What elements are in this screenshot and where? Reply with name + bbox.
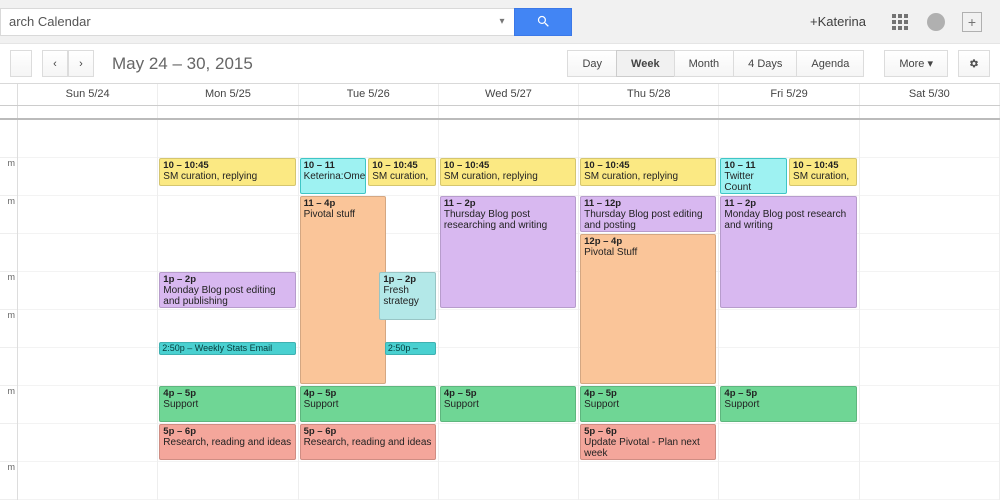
search-button[interactable] (514, 8, 572, 36)
apps-icon[interactable] (890, 12, 910, 32)
col-mon[interactable]: 10 – 10:45SM curation, replying 1p – 2pM… (158, 120, 298, 500)
day-head-sat[interactable]: Sat 5/30 (860, 84, 1000, 105)
event-tue-keterina[interactable]: 10 – 11Keterina:Ome (300, 158, 367, 194)
prev-button[interactable]: ‹ (42, 50, 68, 77)
tab-day[interactable]: Day (567, 50, 617, 77)
nav-arrows: ‹ › (42, 50, 94, 77)
day-head-tue[interactable]: Tue 5/26 (299, 84, 439, 105)
allday-row (0, 106, 1000, 120)
gear-icon (969, 56, 979, 71)
event-mon-stats[interactable]: 2:50p – Weekly Stats Email (159, 342, 295, 355)
event-wed-blog[interactable]: 11 – 2pThursday Blog post researching an… (440, 196, 576, 308)
event-mon-support[interactable]: 4p – 5pSupport (159, 386, 295, 422)
tab-week[interactable]: Week (616, 50, 675, 77)
event-mon-sm[interactable]: 10 – 10:45SM curation, replying (159, 158, 295, 186)
today-button[interactable] (10, 50, 32, 77)
day-head-fri[interactable]: Fri 5/29 (719, 84, 859, 105)
event-fri-sm[interactable]: 10 – 10:45SM curation, (789, 158, 857, 186)
share-icon[interactable]: + (962, 12, 982, 32)
view-tabs: Day Week Month 4 Days Agenda (568, 50, 864, 77)
search-wrap: ▾ (0, 8, 572, 36)
next-button[interactable]: › (68, 50, 94, 77)
day-headers: Sun 5/24 Mon 5/25 Tue 5/26 Wed 5/27 Thu … (0, 84, 1000, 106)
event-mon-research[interactable]: 5p – 6pResearch, reading and ideas (159, 424, 295, 460)
event-thu-support[interactable]: 4p – 5pSupport (580, 386, 716, 422)
col-thu[interactable]: 10 – 10:45SM curation, replying 11 – 12p… (579, 120, 719, 500)
event-wed-sm[interactable]: 10 – 10:45SM curation, replying (440, 158, 576, 186)
event-tue-support[interactable]: 4p – 5pSupport (300, 386, 436, 422)
date-range: May 24 – 30, 2015 (112, 54, 253, 74)
calendar-grid: mmmmmm 10 – 10:45SM curation, replying 1… (0, 120, 1000, 500)
event-tue-fresh[interactable]: 1p – 2pFresh strategy (379, 272, 436, 320)
event-tue-pivotal[interactable]: 11 – 4pPivotal stuff (300, 196, 386, 384)
notifications-icon[interactable] (926, 12, 946, 32)
col-sat[interactable] (860, 120, 1000, 500)
event-thu-edit[interactable]: 11 – 12pThursday Blog post editing and p… (580, 196, 716, 232)
search-icon (536, 14, 551, 29)
tab-4days[interactable]: 4 Days (733, 50, 797, 77)
search-dropdown[interactable]: ▾ (490, 8, 514, 36)
tab-agenda[interactable]: Agenda (796, 50, 864, 77)
event-tue-week[interactable]: 2:50p – Week (385, 342, 436, 355)
event-thu-update[interactable]: 5p – 6pUpdate Pivotal - Plan next week (580, 424, 716, 460)
event-tue-research[interactable]: 5p – 6pResearch, reading and ideas (300, 424, 436, 460)
top-bar: ▾ +Katerina + (0, 0, 1000, 44)
event-thu-sm[interactable]: 10 – 10:45SM curation, replying (580, 158, 716, 186)
day-head-wed[interactable]: Wed 5/27 (439, 84, 579, 105)
more-button[interactable]: More ▾ (884, 50, 948, 77)
tab-month[interactable]: Month (674, 50, 735, 77)
event-wed-support[interactable]: 4p – 5pSupport (440, 386, 576, 422)
event-fri-blog[interactable]: 11 – 2pMonday Blog post research and wri… (720, 196, 856, 308)
col-tue[interactable]: 10 – 11Keterina:Ome 10 – 10:45SM curatio… (299, 120, 439, 500)
settings-button[interactable] (958, 50, 990, 77)
col-wed[interactable]: 10 – 10:45SM curation, replying 11 – 2pT… (439, 120, 579, 500)
search-input[interactable] (0, 8, 490, 36)
event-mon-blog[interactable]: 1p – 2pMonday Blog post editing and publ… (159, 272, 295, 308)
user-link[interactable]: +Katerina (810, 14, 866, 29)
day-head-thu[interactable]: Thu 5/28 (579, 84, 719, 105)
col-fri[interactable]: 10 – 11Twitter Count 10 – 10:45SM curati… (719, 120, 859, 500)
event-fri-twitter[interactable]: 10 – 11Twitter Count (720, 158, 787, 194)
nav-bar: ‹ › May 24 – 30, 2015 Day Week Month 4 D… (0, 44, 1000, 84)
day-head-sun[interactable]: Sun 5/24 (18, 84, 158, 105)
col-sun[interactable] (18, 120, 158, 500)
time-gutter: mmmmmm (0, 120, 18, 500)
event-thu-pivotal[interactable]: 12p – 4pPivotal Stuff (580, 234, 716, 384)
event-tue-sm[interactable]: 10 – 10:45SM curation, (368, 158, 436, 186)
event-fri-support[interactable]: 4p – 5pSupport (720, 386, 856, 422)
day-head-mon[interactable]: Mon 5/25 (158, 84, 298, 105)
